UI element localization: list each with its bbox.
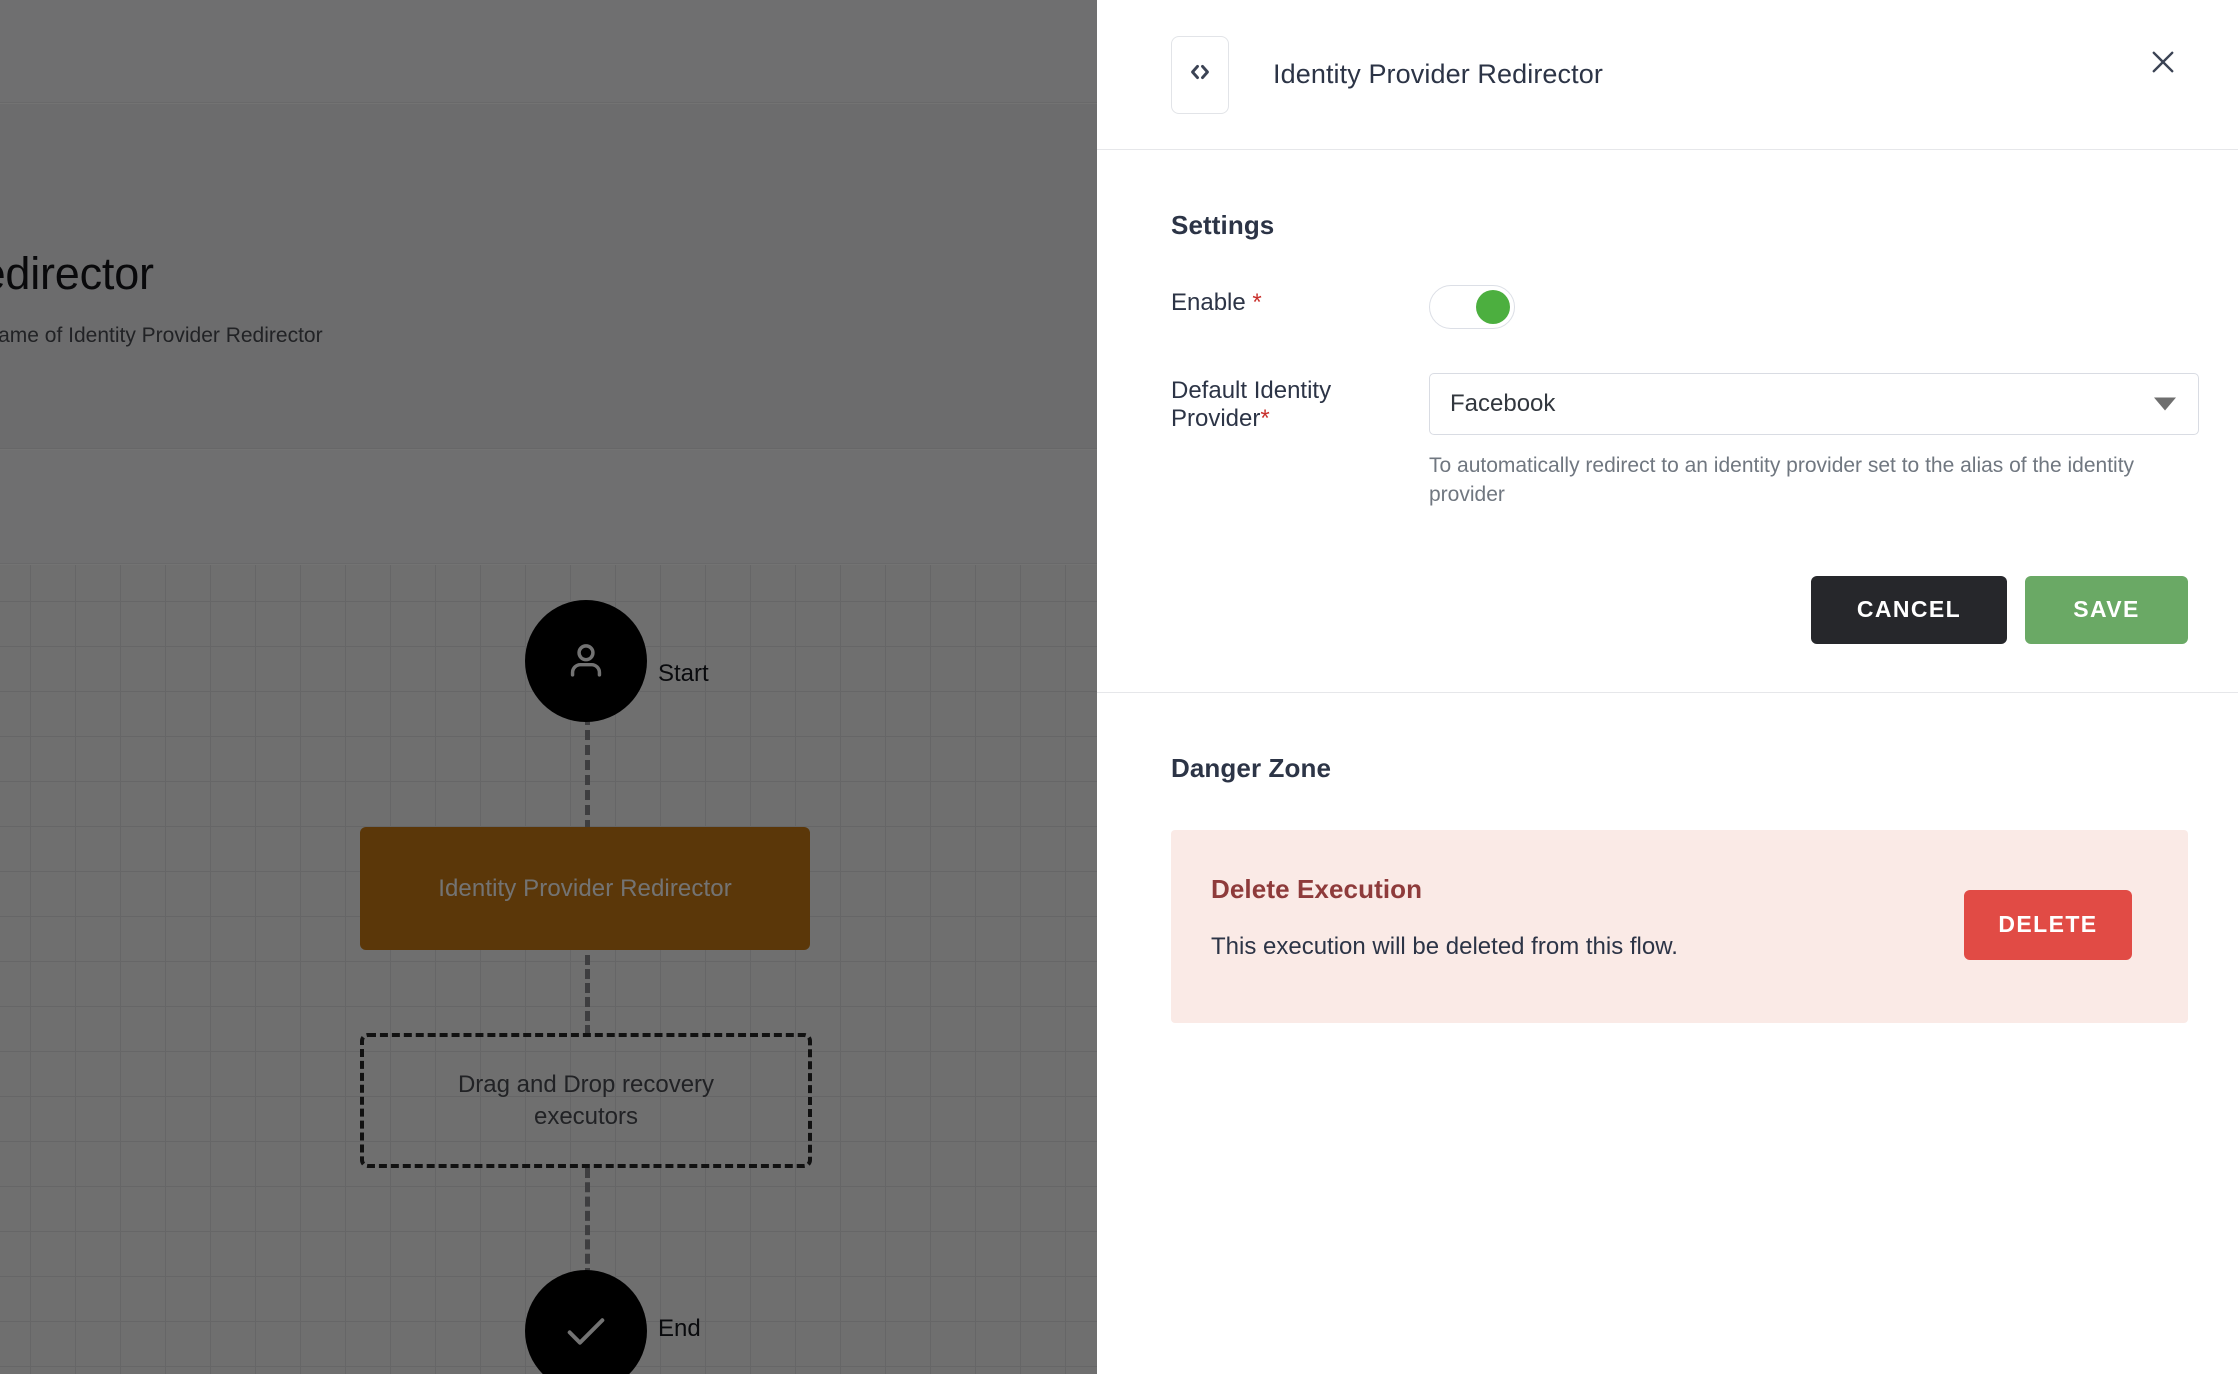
- flow-drop-zone[interactable]: Drag and Drop recovery executors: [360, 1033, 812, 1168]
- danger-zone-section: Danger Zone Delete Execution This execut…: [1097, 693, 2238, 1023]
- page-subtitle: nrecovery Flow with the name of Identity…: [0, 324, 323, 347]
- enable-required-marker: *: [1252, 289, 1262, 316]
- enable-label-text: Enable: [1171, 289, 1246, 316]
- default-identity-provider-label: Default Identity Provider*: [1171, 373, 1429, 433]
- flow-drop-zone-line2: executors: [533, 1102, 639, 1130]
- delete-execution-title: Delete Execution: [1211, 873, 1423, 904]
- default-identity-provider-value: Facebook: [1450, 390, 1556, 417]
- panel-title: Identity Provider Redirector: [1273, 59, 1603, 89]
- default-identity-provider-label-line2: Provider: [1171, 405, 1261, 433]
- default-identity-provider-help: To automatically redirect to an identity…: [1429, 454, 2135, 507]
- delete-button[interactable]: DELETE: [1964, 889, 2132, 960]
- flow-start-label: Start: [658, 660, 709, 687]
- delete-execution-text: Delete Execution This execution will be …: [1211, 872, 1678, 961]
- default-identity-provider-control: Facebook To automatically redirect to an…: [1429, 373, 2238, 510]
- default-identity-provider-row: Default Identity Provider* Facebook To a…: [1171, 373, 2238, 510]
- close-button[interactable]: [2130, 30, 2196, 96]
- enable-control: [1429, 285, 2238, 329]
- app-root: Provider Redirector nrecovery Flow with …: [0, 0, 2238, 1374]
- flow-drop-zone-line1: Drag and Drop recovery: [457, 1070, 715, 1098]
- panel-header: Identity Provider Redirector: [1097, 0, 2238, 150]
- default-identity-provider-label-line1: Default Identity: [1171, 377, 1332, 404]
- flow-connector-executor-to-dropzone: [585, 955, 590, 1035]
- code-brackets-icon: [1185, 57, 1215, 92]
- code-brackets-button[interactable]: [1171, 35, 1229, 114]
- default-identity-provider-required-marker: *: [1260, 405, 1270, 433]
- enable-toggle-knob: [1476, 290, 1510, 324]
- danger-zone-heading: Danger Zone: [1171, 752, 1332, 783]
- enable-field-row: Enable *: [1171, 285, 2238, 329]
- close-icon: [2146, 45, 2180, 82]
- check-icon: [558, 1303, 614, 1359]
- cancel-button[interactable]: CANCEL: [1811, 575, 2007, 644]
- user-icon: [560, 635, 612, 687]
- flow-node-identity-provider-redirector[interactable]: Identity Provider Redirector: [360, 827, 810, 950]
- settings-section: Settings Enable * Default Identity Provi…: [1097, 150, 2238, 693]
- delete-execution-description: This execution will be deleted from this…: [1211, 932, 1678, 960]
- page-title: Provider Redirector: [0, 248, 154, 299]
- delete-execution-card: Delete Execution This execution will be …: [1171, 829, 2188, 1023]
- enable-toggle[interactable]: [1429, 285, 1515, 329]
- chevron-down-icon: [2154, 397, 2176, 411]
- save-button[interactable]: SAVE: [2025, 575, 2188, 644]
- flow-end-label: End: [658, 1315, 701, 1342]
- default-identity-provider-select[interactable]: Facebook: [1429, 373, 2199, 435]
- details-panel: Identity Provider Redirector Settings En…: [1097, 0, 2238, 1374]
- enable-label: Enable *: [1171, 285, 1429, 317]
- settings-actions: CANCEL SAVE: [1171, 575, 2238, 644]
- flow-node-label: Identity Provider Redirector: [438, 874, 732, 902]
- flow-start-node[interactable]: [525, 600, 647, 722]
- flow-connector-dropzone-to-end: [585, 1168, 590, 1278]
- settings-heading: Settings: [1171, 210, 1275, 240]
